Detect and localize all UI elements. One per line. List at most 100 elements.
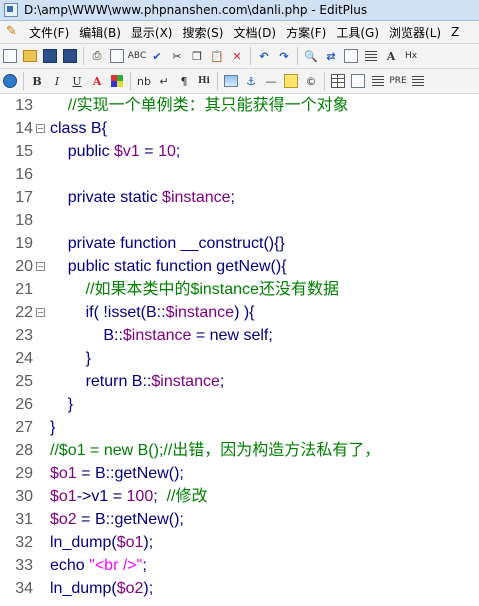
print-preview-icon[interactable] — [108, 47, 126, 65]
menu-window[interactable]: Z — [446, 25, 464, 39]
line-break-icon[interactable]: ↵ — [155, 72, 173, 90]
copy-icon[interactable]: ❐ — [188, 47, 206, 65]
save-icon[interactable] — [41, 47, 59, 65]
paragraph-icon[interactable]: ¶ — [175, 72, 193, 90]
code-line[interactable]: 14− class B{ — [0, 117, 479, 140]
code-text: public static function getNew(){ — [50, 255, 287, 278]
standard-toolbar: ⎙ ABC ✔ ✂ ❐ 📋 ✕ ↶ ↷ 🔍 ⇄ A Hx — [0, 44, 479, 69]
bold-icon[interactable]: B — [28, 72, 46, 90]
find-icon[interactable]: 🔍 — [302, 47, 320, 65]
menu-edit[interactable]: 编辑(B) — [74, 24, 126, 41]
code-line[interactable]: 17 private static $instance; — [0, 186, 479, 209]
code-text: $o1 = B::getNew(); — [50, 462, 184, 485]
save-all-icon[interactable] — [61, 47, 79, 65]
undo-icon[interactable]: ↶ — [255, 47, 273, 65]
code-text: return B::$instance; — [50, 370, 225, 393]
menu-browser[interactable]: 浏览器(L) — [384, 24, 446, 41]
indent-icon[interactable] — [362, 47, 380, 65]
code-text: ln_dump($o1); — [50, 531, 153, 554]
font-color-icon[interactable]: A — [88, 72, 106, 90]
hex-icon[interactable]: Hx — [402, 47, 420, 65]
cut-icon[interactable]: ✂ — [168, 47, 186, 65]
fold-toggle-icon[interactable]: − — [36, 308, 45, 317]
code-line[interactable]: 13 //实现一个单例类：其只能获得一个对象 — [0, 94, 479, 117]
delete-icon[interactable]: ✕ — [228, 47, 246, 65]
line-number: 16 — [15, 166, 33, 183]
table-icon[interactable] — [329, 72, 347, 90]
code-text: } — [50, 393, 73, 416]
line-number: 29 — [15, 465, 33, 482]
code-text: ln_dump($o2); — [50, 577, 153, 600]
code-token: $o1 — [50, 488, 77, 505]
code-line[interactable]: 19 private function __construct(){} — [0, 232, 479, 255]
copyright-icon[interactable]: © — [302, 72, 320, 90]
font-icon[interactable]: A — [382, 47, 400, 65]
line-number: 24 — [15, 350, 33, 367]
toolbar-separator — [324, 72, 325, 90]
find-in-files-icon[interactable] — [342, 47, 360, 65]
code-line[interactable]: 31 $o2 = B::getNew(); — [0, 508, 479, 531]
code-text: public $v1 = 10; — [50, 140, 181, 163]
toolbar-separator — [23, 72, 24, 90]
new-file-icon[interactable] — [1, 47, 19, 65]
code-line[interactable]: 30 $o1->v1 = 100; //修改 — [0, 485, 479, 508]
anchor-icon[interactable]: ⚓ — [242, 72, 260, 90]
find-replace-icon[interactable]: ⇄ — [322, 47, 340, 65]
code-token: public — [50, 143, 115, 160]
code-line[interactable]: 20− public static function getNew(){ — [0, 255, 479, 278]
line-number: 30 — [15, 488, 33, 505]
form-icon[interactable] — [349, 72, 367, 90]
ordered-list-icon[interactable] — [409, 72, 427, 90]
redo-icon[interactable]: ↷ — [275, 47, 293, 65]
code-line[interactable]: 29 $o1 = B::getNew(); — [0, 462, 479, 485]
paste-icon[interactable]: 📋 — [208, 47, 226, 65]
code-token: $o2 — [116, 580, 144, 597]
code-token: = B::getNew(); — [76, 465, 184, 482]
globe-icon[interactable] — [1, 72, 19, 90]
menu-file[interactable]: 文件(F) — [24, 24, 74, 41]
menu-project[interactable]: 方案(F) — [281, 24, 331, 41]
image-icon[interactable] — [222, 72, 240, 90]
check-icon[interactable]: ✔ — [148, 47, 166, 65]
heading-icon[interactable]: Hi — [195, 72, 213, 90]
code-token: //修改 — [166, 488, 208, 505]
highlight-icon[interactable] — [282, 72, 300, 90]
code-line[interactable]: 33 echo "<br />"; — [0, 554, 479, 577]
code-line[interactable]: 24 } — [0, 347, 479, 370]
code-line[interactable]: 28 //$o1 = new B();//出错，因为构造方法私有了， — [0, 439, 479, 462]
menu-tools[interactable]: 工具(G) — [331, 24, 384, 41]
code-line[interactable]: 26 } — [0, 393, 479, 416]
code-line[interactable]: 23 B::$instance = new self; — [0, 324, 479, 347]
code-token: $o2 — [50, 511, 77, 528]
code-line[interactable]: 18 — [0, 209, 479, 232]
code-line[interactable]: 27} — [0, 416, 479, 439]
menu-view[interactable]: 显示(X) — [126, 24, 178, 41]
color-grid-icon[interactable] — [108, 72, 126, 90]
italic-icon[interactable]: I — [48, 72, 66, 90]
code-line[interactable]: 16 — [0, 163, 479, 186]
code-editor[interactable]: 13 //实现一个单例类：其只能获得一个对象 14− class B{15 publ… — [0, 94, 479, 606]
code-line[interactable]: 22− if( !isset(B::$instance) ){ — [0, 301, 479, 324]
code-token: = new self; — [191, 327, 273, 344]
fold-toggle-icon[interactable]: − — [36, 124, 45, 133]
nbsp-icon[interactable]: nb — [135, 72, 153, 90]
spellcheck-icon[interactable]: ABC — [128, 47, 146, 65]
fold-toggle-icon[interactable]: − — [36, 262, 45, 271]
code-text: //如果本类中的$instance还没有数据 — [50, 278, 339, 301]
menu-document[interactable]: 文档(D) — [228, 24, 281, 41]
print-icon[interactable]: ⎙ — [88, 47, 106, 65]
menu-search[interactable]: 搜索(S) — [177, 24, 228, 41]
code-line[interactable]: 21 //如果本类中的$instance还没有数据 — [0, 278, 479, 301]
code-token: ; — [219, 373, 225, 390]
code-token: ->v1 = — [76, 488, 127, 505]
code-line[interactable]: 32 ln_dump($o1); — [0, 531, 479, 554]
code-line[interactable]: 34 ln_dump($o2); — [0, 577, 479, 600]
open-folder-icon[interactable] — [21, 47, 39, 65]
hr-icon[interactable]: — — [262, 72, 280, 90]
code-line[interactable]: 25 return B::$instance; — [0, 370, 479, 393]
line-number: 18 — [15, 212, 33, 229]
code-line[interactable]: 15 public $v1 = 10; — [0, 140, 479, 163]
list-icon[interactable] — [369, 72, 387, 90]
pre-icon[interactable]: PRE — [389, 72, 407, 90]
underline-icon[interactable]: U — [68, 72, 86, 90]
